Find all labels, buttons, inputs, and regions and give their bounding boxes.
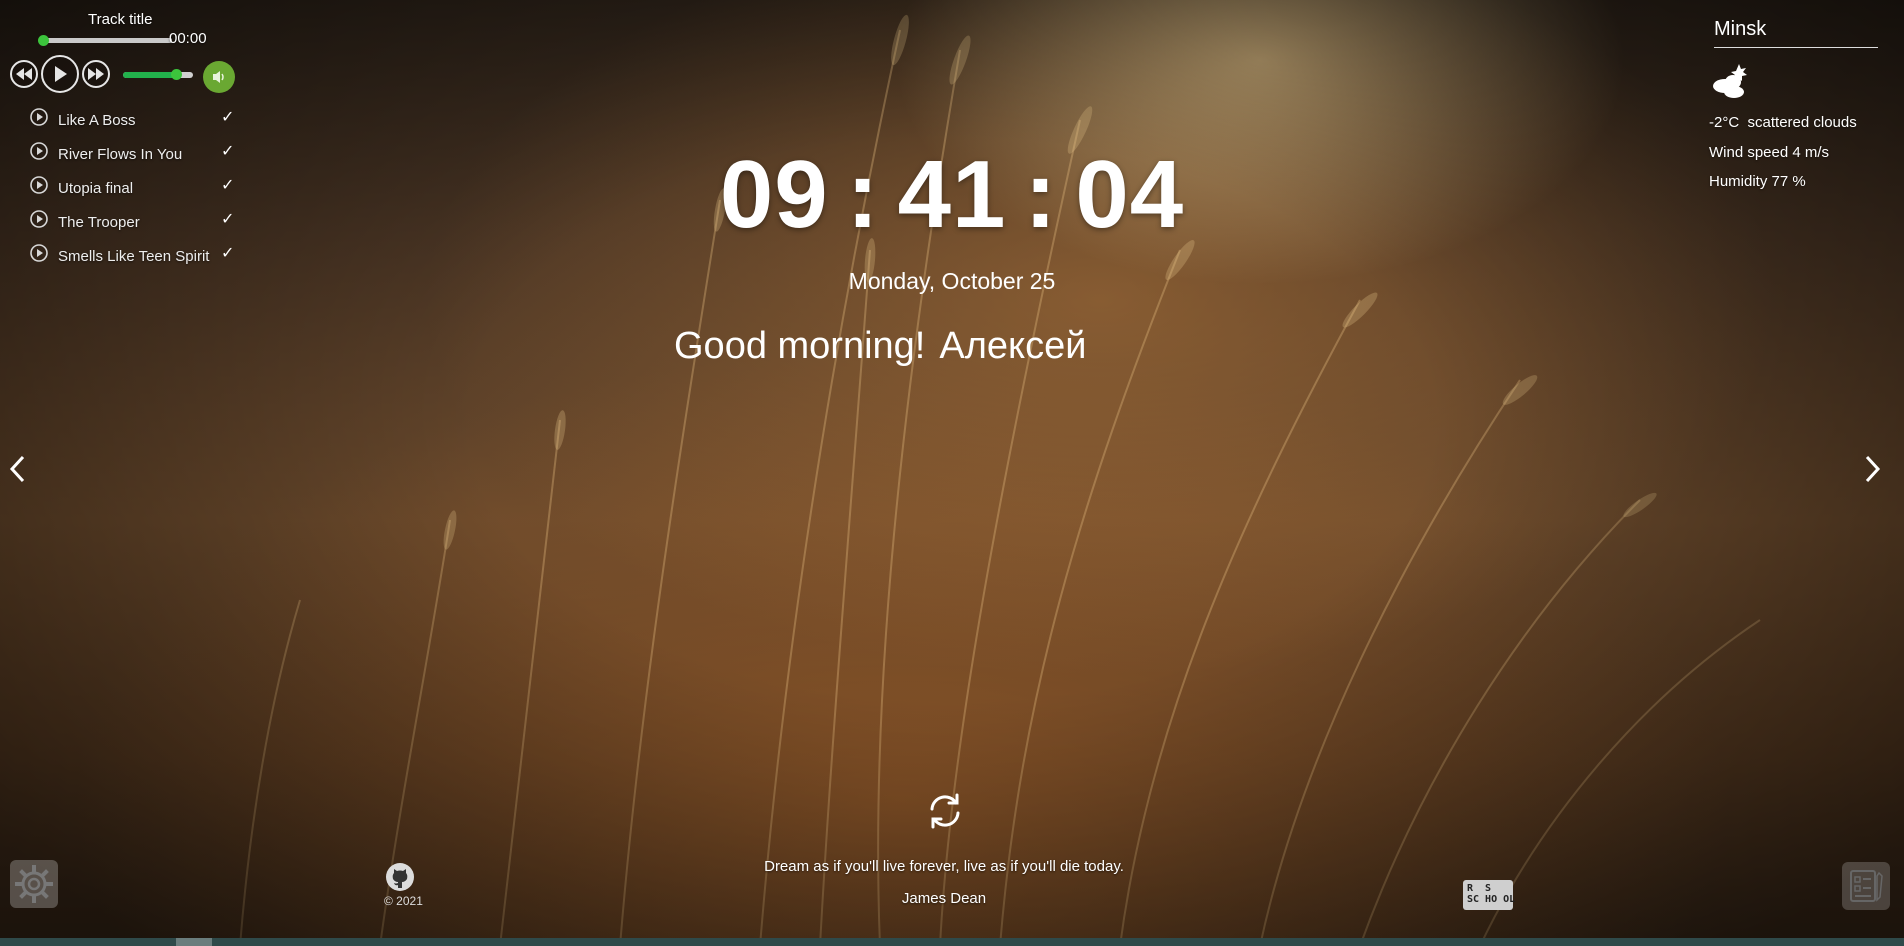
clock-hours: 09 <box>719 141 829 248</box>
weather-description: scattered clouds <box>1747 114 1857 131</box>
playlist-item[interactable]: Like A Boss ✓ <box>20 100 250 134</box>
track-progress-bar[interactable] <box>38 35 172 46</box>
next-track-button[interactable] <box>82 60 110 88</box>
greeting: Good morning! Алексей <box>674 325 1086 368</box>
playlist-item-label: Smells Like Teen Spirit <box>58 248 210 265</box>
todo-list-icon <box>1850 870 1883 902</box>
clock-minutes: 41 <box>897 141 1007 248</box>
play-icon <box>55 66 67 82</box>
clock-separator: : <box>846 141 880 248</box>
todo-button[interactable] <box>1842 862 1890 910</box>
track-time: 00:00 <box>169 30 207 47</box>
track-progress-thumb[interactable] <box>38 35 50 46</box>
fast-forward-icon <box>88 68 104 80</box>
refresh-icon <box>930 793 960 829</box>
humidity: Humidity 77 % <box>1709 173 1806 190</box>
volume-slider[interactable] <box>123 69 193 80</box>
play-circle-icon <box>30 108 48 126</box>
name-input[interactable]: Алексей <box>939 325 1086 367</box>
date: Monday, October 25 <box>848 268 1056 294</box>
city-input[interactable]: Minsk <box>1714 18 1878 48</box>
playlist-item-label: Like A Boss <box>58 112 136 129</box>
weather-temp-desc: -2°C scattered clouds <box>1709 114 1857 131</box>
rewind-icon <box>16 68 32 80</box>
track-title: Track title <box>88 11 153 28</box>
slide-next-button[interactable] <box>1858 452 1888 486</box>
rs-school-logo[interactable]: R S SC HO OL <box>1463 880 1515 910</box>
github-icon[interactable] <box>385 862 415 892</box>
chevron-left-icon <box>9 455 25 483</box>
quote-author: James Dean <box>901 890 987 907</box>
clock-seconds: 04 <box>1075 141 1185 248</box>
volume-thumb[interactable] <box>170 69 182 80</box>
horizontal-scrollbar[interactable] <box>0 938 1904 946</box>
check-icon: ✓ <box>221 109 235 126</box>
quote-text: Dream as if you'll live forever, live as… <box>764 858 1124 875</box>
momentum-page: Track title 00:00 Like A Boss ✓ River Flow… <box>0 0 1904 946</box>
play-button[interactable] <box>41 55 79 93</box>
slide-prev-button[interactable] <box>2 452 32 486</box>
chevron-right-icon <box>1865 455 1881 483</box>
speaker-icon <box>213 71 224 83</box>
settings-button[interactable] <box>10 860 58 908</box>
volume-level <box>123 72 176 78</box>
change-quote-button[interactable] <box>927 793 963 829</box>
mute-button[interactable] <box>203 61 235 93</box>
previous-track-button[interactable] <box>10 60 38 88</box>
clock-separator: : <box>1024 141 1058 248</box>
copyright: © 2021 <box>384 894 423 908</box>
wind-speed: Wind speed 4 m/s <box>1709 144 1830 161</box>
cloudy-night-icon <box>1713 64 1747 98</box>
temperature: -2°C <box>1709 114 1740 131</box>
clock: 09:41:04 <box>0 140 1904 250</box>
gear-icon <box>15 865 53 903</box>
greeting-text: Good morning! <box>674 325 926 367</box>
scrollbar-thumb[interactable] <box>176 938 212 946</box>
